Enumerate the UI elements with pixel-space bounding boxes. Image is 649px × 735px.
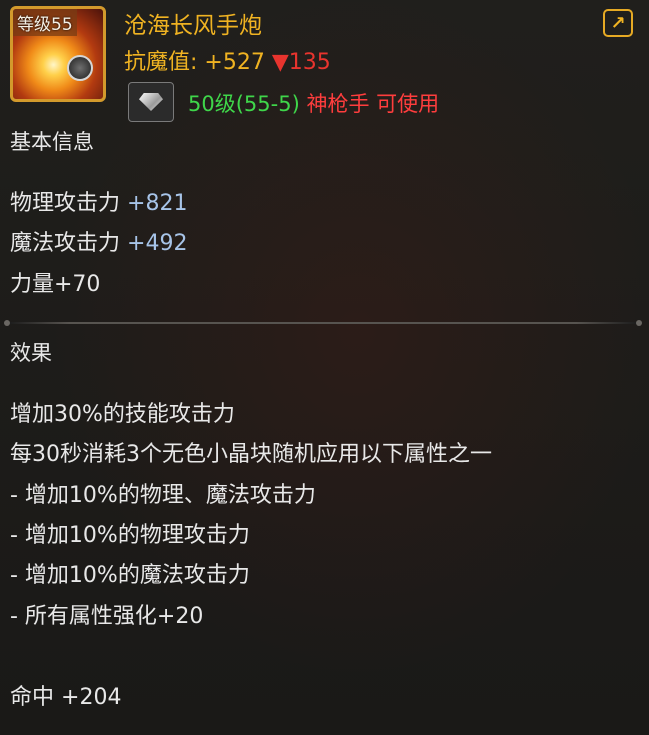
effect-line: - 增加10%的魔法攻击力 — [10, 563, 250, 588]
anti-magic-label: 抗魔值: — [124, 50, 198, 75]
effect-line: - 所有属性强化+20 — [10, 604, 204, 629]
requirement-level: 50级(55-5) — [188, 92, 300, 116]
diamond-icon — [139, 93, 163, 111]
requirement-line: 50级(55-5) 神枪手 可使用 — [188, 88, 439, 118]
level-badge: 等级55 — [13, 9, 77, 36]
hit-value: +204 — [61, 685, 122, 710]
physical-attack-label: 物理攻击力 — [10, 191, 121, 216]
magic-attack-stat: 魔法攻击力 +492 — [10, 225, 187, 257]
hit-stat: 命中 +204 — [10, 679, 121, 711]
share-icon: ↗ — [610, 12, 626, 34]
item-name: 沧海长风手炮 — [124, 13, 262, 39]
physical-attack-stat: 物理攻击力 +821 — [10, 185, 187, 217]
item-icon[interactable]: 等级55 — [10, 6, 106, 102]
hit-label: 命中 — [10, 685, 55, 710]
share-button[interactable]: ↗ — [603, 9, 633, 37]
gem-slot[interactable] — [128, 82, 174, 122]
item-tooltip-panel: 等级55 沧海长风手炮 ↗ 抗魔值: +527 ▼135 50级(55-5) 神… — [0, 0, 649, 735]
physical-attack-value: +821 — [127, 191, 188, 216]
magic-attack-label: 魔法攻击力 — [10, 231, 121, 256]
section-divider — [4, 320, 642, 326]
effect-line: - 增加10%的物理攻击力 — [10, 523, 250, 548]
effects-title: 效果 — [10, 341, 52, 365]
basic-info-title: 基本信息 — [10, 130, 94, 154]
anti-magic-value: +527 — [204, 50, 265, 75]
anti-magic-stat: 抗魔值: +527 ▼135 — [124, 44, 331, 76]
effect-line: - 增加10%的物理、魔法攻击力 — [10, 483, 316, 508]
strength-stat: 力量+70 — [10, 272, 101, 297]
effect-line: 每30秒消耗3个无色小晶块随机应用以下属性之一 — [10, 442, 492, 467]
effect-line: 增加30%的技能攻击力 — [10, 402, 235, 427]
requirement-class: 神枪手 可使用 — [306, 92, 440, 116]
anti-magic-change: ▼135 — [271, 50, 331, 75]
magic-attack-value: +492 — [127, 231, 188, 256]
orb-icon — [67, 55, 93, 81]
